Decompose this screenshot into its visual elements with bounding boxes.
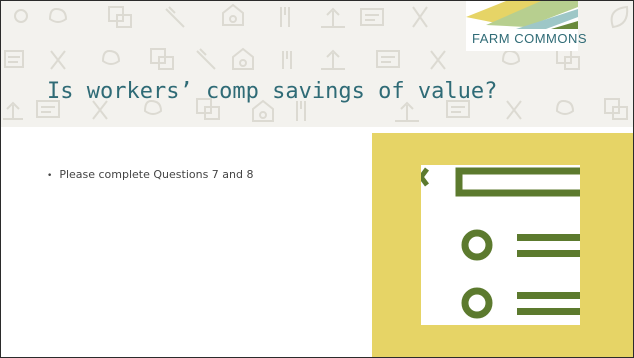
barn-icon: [252, 99, 274, 122]
chicken-icon: [48, 7, 68, 23]
bullet-text: Please complete Questions 7 and 8: [59, 168, 254, 181]
logo-landscape-icon: [466, 1, 578, 29]
utensils-icon: [282, 51, 292, 69]
check-mark-fragment: [421, 167, 429, 187]
sign-icon: [360, 8, 384, 26]
chicken-icon: [555, 99, 575, 115]
crate-icon: [604, 98, 628, 120]
checklist-header-bar: [455, 167, 580, 197]
bullet-glyph: •: [47, 171, 53, 181]
checklist-line-2a: [517, 292, 580, 299]
sign-icon: [4, 50, 24, 68]
farm-commons-logo: FARM COMMONS: [466, 1, 587, 51]
logo-text: FARM COMMONS: [472, 31, 588, 46]
tools-icon: [430, 50, 446, 70]
crate-icon: [108, 6, 132, 28]
chicken-icon: [501, 49, 521, 65]
barn-icon: [222, 3, 244, 26]
checklist-circle-1: [461, 229, 493, 261]
illustration-panel: [372, 133, 633, 357]
tools-icon: [50, 50, 66, 70]
flower-icon: [14, 9, 28, 23]
slide-header: FARM COMMONS Is workers’ comp savings of…: [1, 1, 633, 127]
bullet-item: • Please complete Questions 7 and 8: [47, 168, 254, 181]
sprout-icon: [321, 49, 345, 70]
checklist-line-1b: [517, 250, 580, 257]
sprout-icon: [321, 7, 345, 28]
checklist-card: [421, 165, 580, 325]
barn-icon: [232, 47, 254, 70]
slide: FARM COMMONS Is workers’ comp savings of…: [0, 0, 634, 358]
checklist-line-2b: [517, 308, 580, 315]
tools-icon: [506, 100, 522, 120]
sign-icon: [376, 50, 400, 68]
checklist-circle-2: [461, 287, 493, 319]
carrot-icon: [196, 48, 216, 70]
utensils-icon: [280, 7, 290, 27]
checklist-line-1a: [517, 234, 580, 241]
checklist-icon: [421, 167, 580, 319]
sprout-icon: [3, 101, 23, 120]
carrot-icon: [165, 6, 185, 28]
leaf-icon: [610, 5, 629, 29]
sprout-icon: [395, 101, 419, 122]
crate-icon: [556, 48, 580, 70]
crate-icon: [150, 48, 174, 70]
slide-title: Is workers’ comp savings of value?: [47, 79, 498, 104]
utensils-icon: [296, 101, 306, 121]
chicken-icon: [101, 49, 121, 65]
tools-icon: [412, 6, 428, 28]
